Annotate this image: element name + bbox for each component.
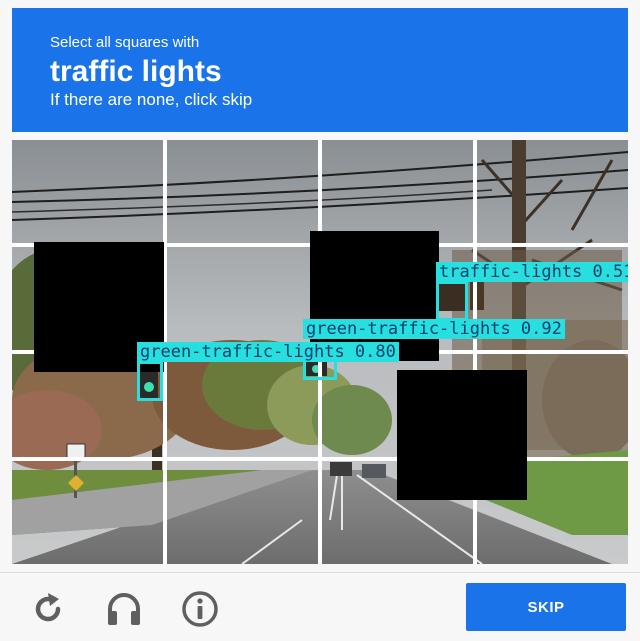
reload-button[interactable] [26, 587, 70, 631]
captcha-header: Select all squares with traffic lights I… [12, 8, 628, 132]
detection-label-green-traffic-lights-080: green-traffic-lights 0.80 [137, 342, 399, 362]
grid-tile-r1-c4[interactable] [477, 140, 628, 243]
grid-tile-r1-c2[interactable] [167, 140, 318, 243]
grid-tile-r3-c2[interactable] [167, 354, 318, 457]
redaction-block [397, 370, 527, 500]
headphones-icon [108, 593, 140, 625]
grid-tile-r2-c2[interactable] [167, 247, 318, 350]
target-object-text: traffic lights [50, 55, 222, 88]
grid-tile-r4-c2[interactable] [167, 461, 318, 564]
hint-text: If there are none, click skip [50, 90, 253, 109]
reload-icon [35, 593, 61, 622]
detection-label-green-traffic-lights-092: green-traffic-lights 0.92 [303, 319, 565, 339]
detection-label-traffic-lights: traffic-lights 0.51 [436, 262, 628, 282]
audio-challenge-button[interactable] [102, 587, 146, 631]
captcha-frame: Select all squares with traffic lights I… [0, 0, 640, 641]
skip-button[interactable]: SKIP [466, 583, 626, 631]
info-icon [182, 591, 218, 627]
instruction-text: Select all squares with [50, 34, 200, 51]
info-button[interactable] [178, 587, 222, 631]
detection-box-traffic-lights [436, 281, 468, 321]
grid-tile-r4-c1[interactable] [12, 461, 163, 564]
grid-tile-r1-c3[interactable] [322, 140, 473, 243]
captcha-footer: SKIP [0, 572, 640, 641]
detection-box-green-traffic-lights-080 [137, 361, 163, 401]
image-grid: traffic-lights 0.51 green-traffic-lights… [12, 140, 628, 564]
grid-tile-r1-c1[interactable] [12, 140, 163, 243]
